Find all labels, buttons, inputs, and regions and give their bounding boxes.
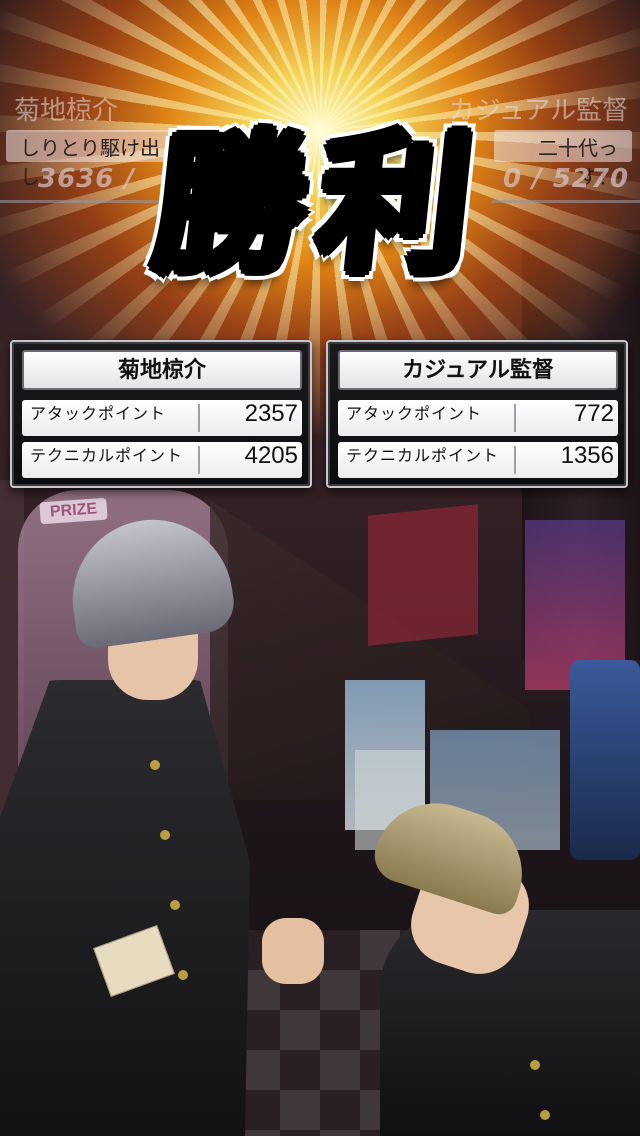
opponent-name: カジュアル監督: [338, 350, 618, 390]
stat-value: 772: [573, 400, 614, 427]
opponent-technical-row: テクニカルポイント 1356: [338, 442, 618, 478]
hud-player-score: 3636 /: [38, 164, 135, 194]
stat-divider: [198, 404, 200, 432]
player-attack-row: アタックポイント 2357: [22, 400, 302, 436]
background-poster: [368, 504, 478, 646]
player-result-panel: 菊地椋介 アタックポイント 2357 テクニカルポイント 4205: [10, 340, 312, 488]
stat-value: 4205: [244, 442, 298, 469]
opponent-attack-row: アタックポイント 772: [338, 400, 618, 436]
stat-label: テクニカルポイント: [30, 448, 184, 465]
hud-opponent-score: 0 / 5270: [503, 164, 630, 194]
opponent-result-panel: カジュアル監督 アタックポイント 772 テクニカルポイント 1356: [326, 340, 628, 488]
uniform-button: [170, 900, 180, 910]
winner-fist: [262, 918, 324, 984]
victory-title-text: 勝利: [146, 117, 494, 293]
prize-sign: PRIZE: [39, 497, 108, 525]
arcade-machine: [570, 660, 640, 860]
stat-label: アタックポイント: [30, 406, 167, 423]
uniform-button: [530, 1060, 540, 1070]
hud-opponent-subtitle: 二十代っす！: [494, 130, 632, 189]
stat-divider: [198, 446, 200, 474]
battle-result-screen[interactable]: PRIZE 菊地椋介 カジュアル監督 しりとり駆け出し 二十代っす！ 3636 …: [0, 0, 640, 1136]
stat-value: 2357: [244, 400, 298, 427]
player-technical-row: テクニカルポイント 4205: [22, 442, 302, 478]
winner-character-body: [0, 680, 250, 1136]
uniform-button: [540, 1110, 550, 1120]
uniform-button: [150, 760, 160, 770]
player-name: 菊地椋介: [22, 350, 302, 390]
stat-divider: [514, 404, 516, 432]
stat-value: 1356: [560, 442, 614, 469]
stat-divider: [514, 446, 516, 474]
hud-player-name: 菊地椋介: [14, 95, 119, 125]
stat-label: アタックポイント: [346, 406, 483, 423]
victory-title: 勝利: [130, 110, 510, 300]
uniform-button: [178, 970, 188, 980]
stat-label: テクニカルポイント: [346, 448, 500, 465]
uniform-button: [160, 830, 170, 840]
